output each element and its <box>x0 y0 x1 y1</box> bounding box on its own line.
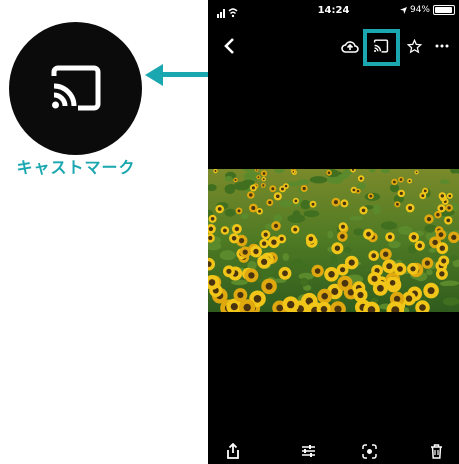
edit-button[interactable] <box>297 440 319 462</box>
photo-bottom-toolbar <box>208 436 459 464</box>
more-button[interactable] <box>432 36 452 56</box>
lens-button[interactable] <box>358 440 380 462</box>
photo-top-toolbar <box>208 28 459 64</box>
sunflower-photo[interactable] <box>208 169 459 312</box>
battery-icon <box>433 5 455 15</box>
cast-icon <box>51 65 101 111</box>
callout-arrow-head <box>145 64 163 86</box>
backup-button[interactable] <box>339 36 361 56</box>
sliders-icon <box>301 445 315 457</box>
cloud-upload-icon <box>341 41 359 53</box>
trash-icon <box>430 443 442 459</box>
cast-button-highlight <box>363 29 400 66</box>
status-bar: 14:24 94% <box>208 0 459 22</box>
lens-icon <box>361 443 377 459</box>
battery-percent: 94% <box>409 5 430 15</box>
phone-screen: 14:24 94% <box>208 0 459 464</box>
location-arrow-icon <box>399 6 407 14</box>
back-button[interactable] <box>220 36 240 56</box>
cast-callout-circle <box>9 22 142 155</box>
more-horizontal-icon <box>435 44 449 48</box>
share-icon <box>227 443 239 459</box>
status-right: 94% <box>399 5 455 15</box>
favorite-button[interactable] <box>404 36 424 56</box>
delete-button[interactable] <box>425 440 447 462</box>
cast-mark-label: キャストマーク <box>16 158 136 177</box>
star-outline-icon <box>406 38 422 53</box>
share-button[interactable] <box>222 440 244 462</box>
chevron-left-icon <box>224 38 234 54</box>
